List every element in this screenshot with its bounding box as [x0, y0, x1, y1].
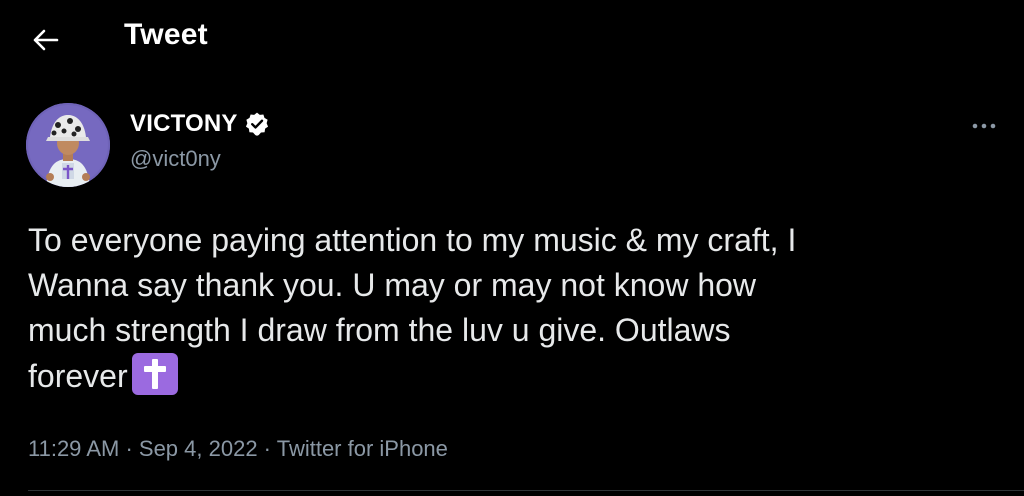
user-avatar [26, 103, 110, 187]
page-title: Tweet [124, 18, 208, 51]
back-button[interactable] [26, 20, 66, 60]
author-name-row[interactable]: VICTONY [130, 110, 270, 138]
author-display-name[interactable]: VICTONY [130, 110, 238, 138]
tweet-source[interactable]: Twitter for iPhone [277, 436, 448, 461]
tweet-text: To everyone paying attention to my music… [28, 218, 988, 399]
header: Tweet [0, 0, 1024, 78]
meta-separator: · [119, 436, 139, 461]
tweet-page: Tweet VICTONY @vict0ny To everyone payin… [0, 0, 1024, 496]
tweet-time[interactable]: 11:29 AM [28, 436, 119, 461]
tweet-metadata: 11:29 AM · Sep 4, 2022 · Twitter for iPh… [28, 436, 448, 462]
verified-badge-icon [245, 112, 268, 136]
avatar[interactable] [26, 103, 110, 187]
divider [28, 490, 1024, 491]
meta-separator: · [257, 436, 277, 461]
author-handle[interactable]: @vict0ny [130, 146, 221, 172]
arrow-left-icon [33, 29, 59, 51]
tweet-date[interactable]: Sep 4, 2022 [139, 436, 258, 461]
more-horizontal-icon [972, 123, 996, 129]
latin-cross-emoji [131, 353, 178, 395]
more-options-button[interactable] [962, 112, 1006, 140]
